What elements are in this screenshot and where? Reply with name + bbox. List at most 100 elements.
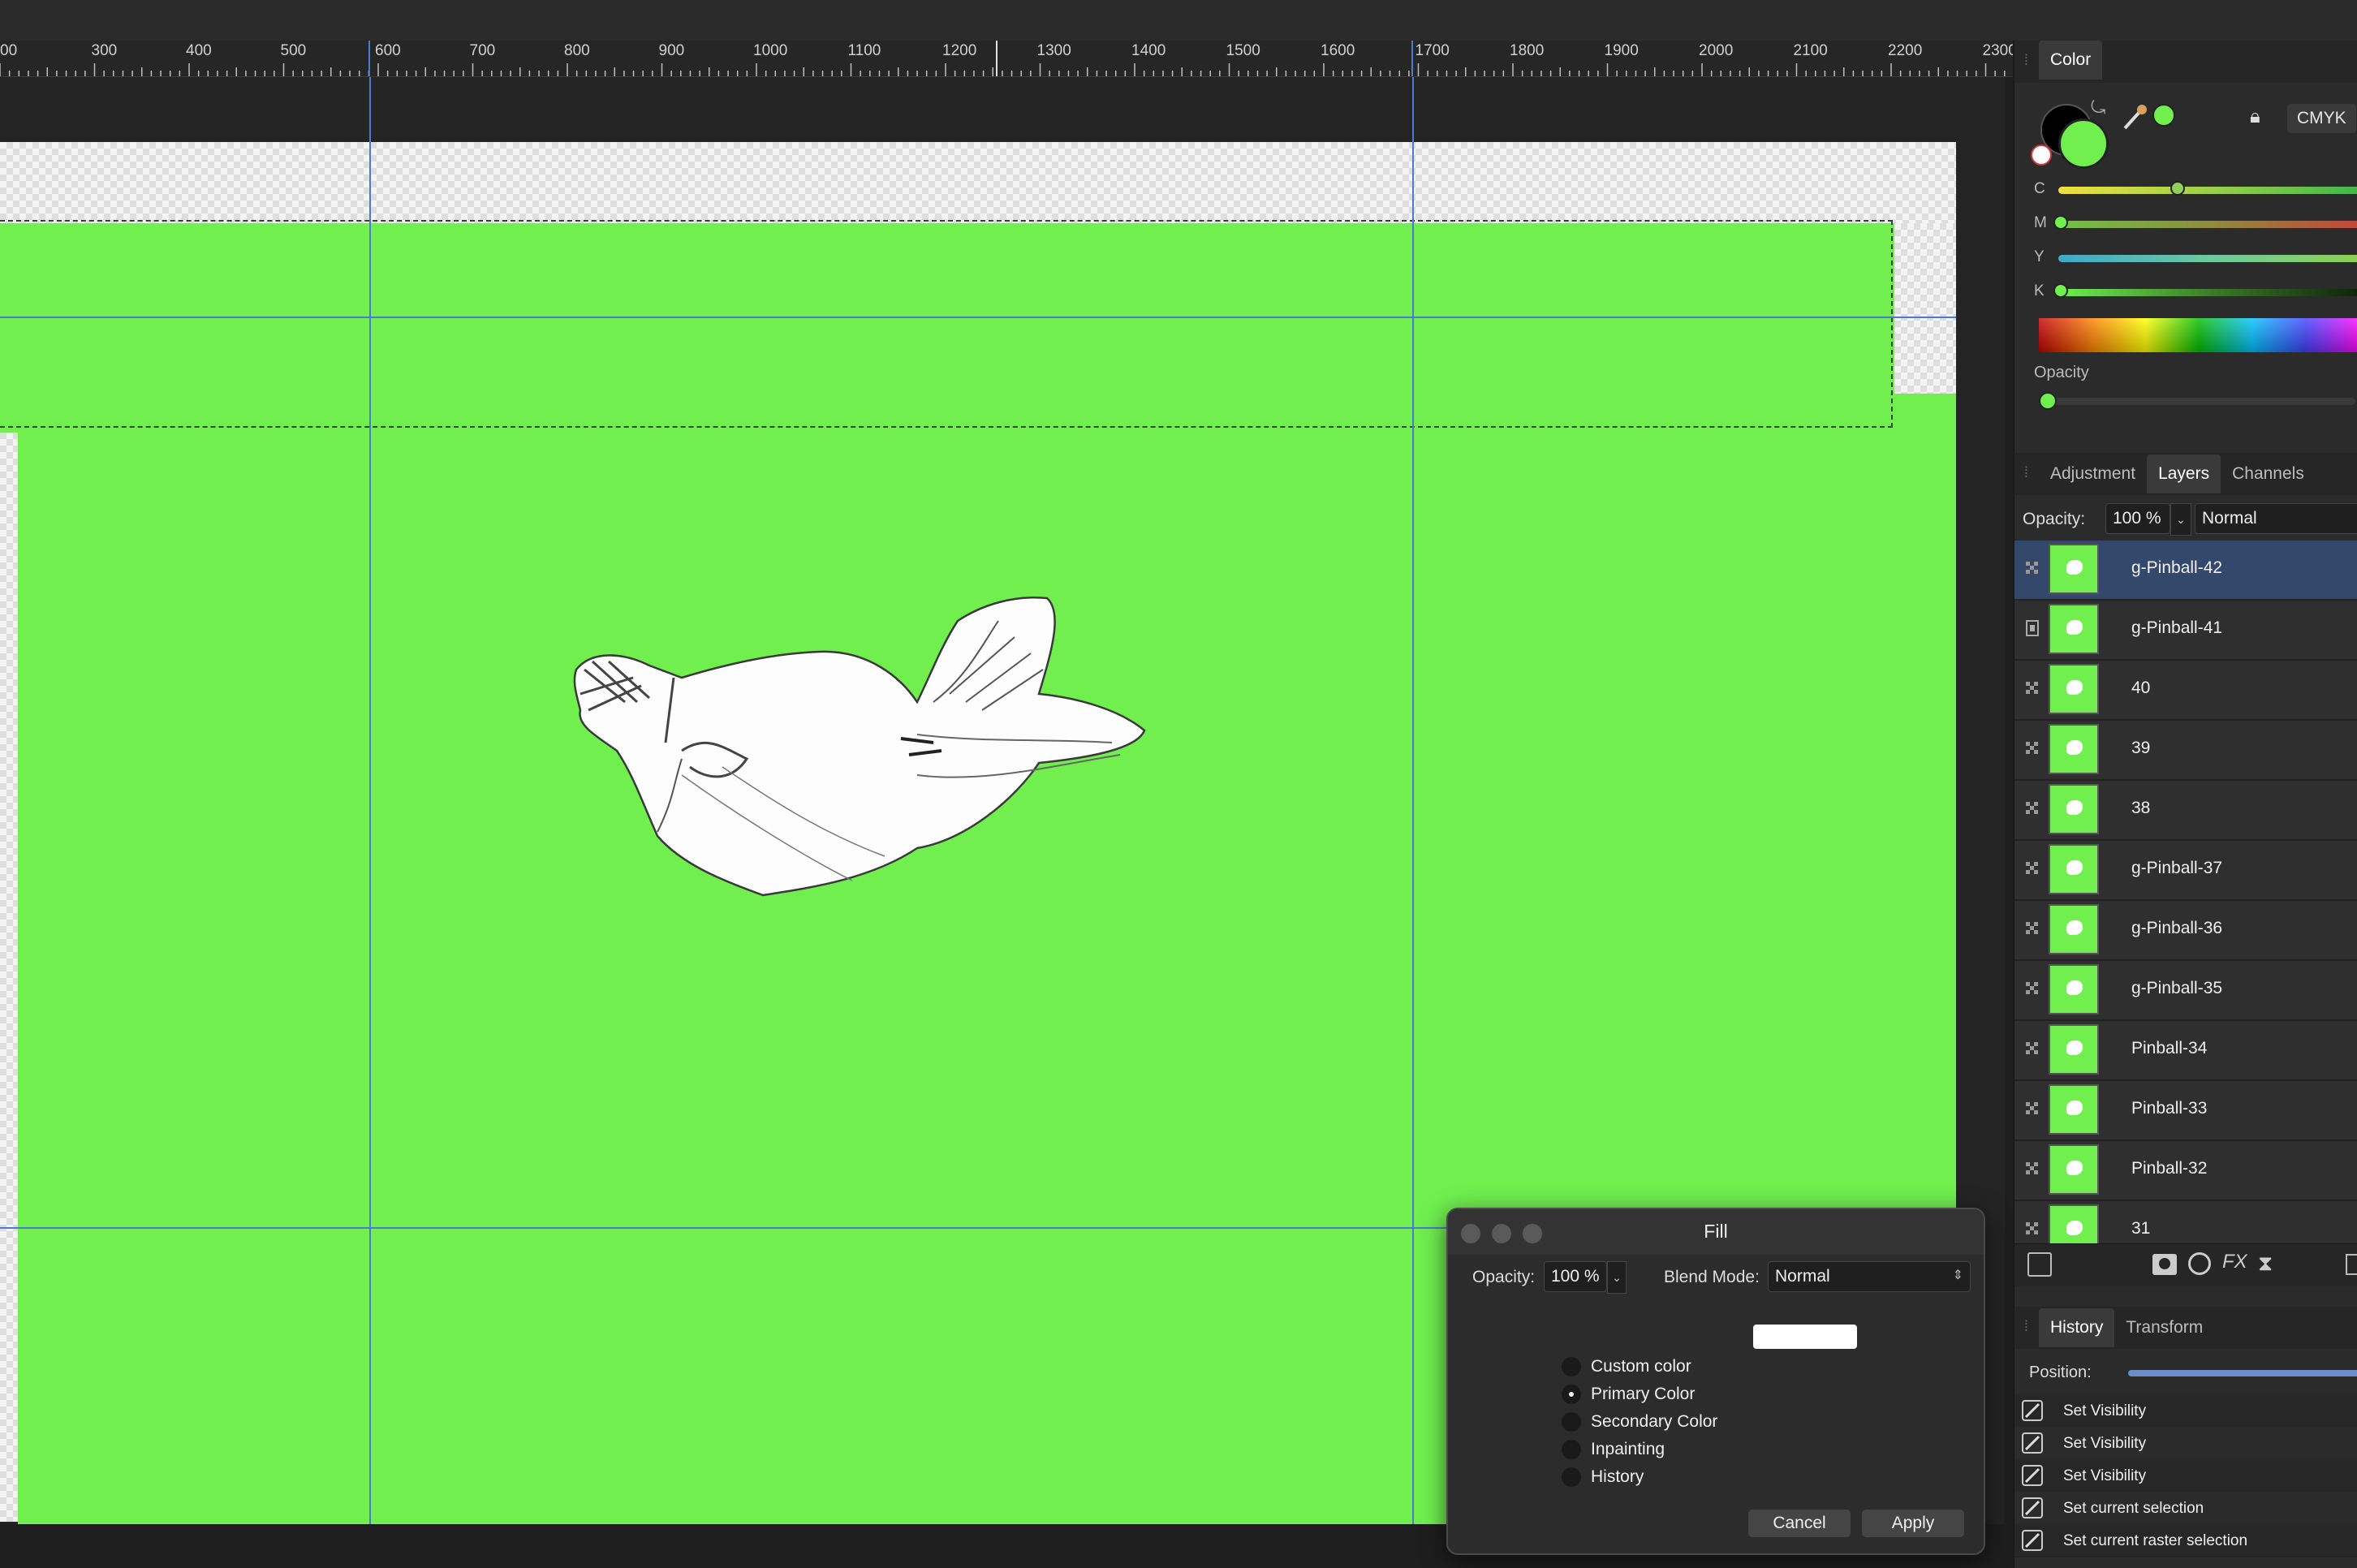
apply-button[interactable]: Apply [1862, 1510, 1964, 1537]
color-picker-icon[interactable] [2120, 102, 2149, 131]
layer-row[interactable]: 39 [2014, 721, 2357, 781]
layer-row[interactable]: g-Pinball-35 [2014, 961, 2357, 1021]
fill-opacity-field[interactable]: 100 % [1544, 1261, 1607, 1292]
channel-track[interactable] [2058, 187, 2357, 194]
fx-icon[interactable]: FX [2222, 1251, 2247, 1273]
panel-grip-icon[interactable]: ⁞ [2024, 464, 2032, 481]
layer-row[interactable]: g-Pinball-41 [2014, 601, 2357, 661]
layer-row[interactable]: 40 [2014, 661, 2357, 721]
layer-opacity-field[interactable]: 100 % [2105, 503, 2170, 534]
channel-track[interactable] [2058, 289, 2357, 296]
layer-blend-mode-select[interactable]: Normal [2195, 503, 2357, 534]
slider-c[interactable]: C [2034, 177, 2357, 203]
layer-name: g-Pinball-41 [2131, 618, 2223, 637]
history-position-slider[interactable] [2128, 1370, 2357, 1376]
layer-transparency-icon[interactable] [2024, 1040, 2040, 1057]
layer-transparency-icon[interactable] [2024, 680, 2040, 696]
layer-thumbnail [2049, 844, 2099, 894]
lock-icon[interactable]: 🔒︎ [2250, 106, 2260, 128]
channel-knob[interactable] [2053, 283, 2068, 298]
guide-vertical-2[interactable] [1412, 77, 1414, 1524]
tab-history[interactable]: History [2039, 1308, 2115, 1347]
history-item[interactable]: Set Visibility [2014, 1394, 2357, 1428]
layer-transparency-icon[interactable] [2024, 860, 2040, 877]
layer-row[interactable]: g-Pinball-42 [2014, 541, 2357, 601]
slider-k[interactable]: K [2034, 279, 2357, 305]
no-color-icon[interactable] [2031, 144, 2052, 166]
slider-m[interactable]: M [2034, 211, 2357, 237]
ruler-label: 700 [469, 42, 496, 59]
layer-row[interactable]: g-Pinball-36 [2014, 901, 2357, 961]
fill-option-history[interactable]: History [1562, 1464, 1740, 1490]
tab-transform[interactable]: Transform [2114, 1308, 2214, 1347]
channel-knob[interactable] [2053, 215, 2068, 230]
history-item[interactable]: Set Visibility [2014, 1459, 2357, 1493]
ruler-label: 1100 [847, 42, 881, 59]
layer-row[interactable]: Pinball-34 [2014, 1021, 2357, 1081]
fill-option-custom-color[interactable]: Custom color [1562, 1354, 1740, 1380]
radio-label: Primary Color [1591, 1385, 1696, 1403]
history-item[interactable]: Set current selection [2014, 1492, 2357, 1525]
layer-transparency-icon[interactable] [2024, 980, 2040, 997]
picked-color-swatch[interactable] [2152, 104, 2175, 127]
add-layer-icon[interactable] [2346, 1254, 2357, 1275]
horizontal-ruler[interactable]: 00 300 400 500 600 700 800 900 1000 1100 1200 1300 1… [0, 41, 2013, 77]
layer-lock-icon[interactable] [2024, 620, 2040, 636]
layer-name: Pinball-32 [2131, 1159, 2208, 1178]
guide-horizontal-1[interactable] [0, 317, 1956, 318]
tab-layers[interactable]: Layers [2147, 454, 2221, 493]
layer-transparency-icon[interactable] [2024, 920, 2040, 937]
channel-label: Y [2034, 248, 2045, 265]
swap-colors-icon[interactable]: ⤿ [2091, 97, 2105, 118]
fill-option-inpainting[interactable]: Inpainting [1562, 1437, 1740, 1462]
marquee-selection[interactable] [0, 220, 1893, 428]
custom-color-swatch[interactable] [1753, 1325, 1857, 1349]
color-panel-header: ⁞ Color [2014, 41, 2357, 83]
fill-dialog: Fill Opacity: 100 % ⌄ Blend Mode: Normal… [1446, 1208, 1985, 1555]
layer-transparency-icon[interactable] [2024, 1221, 2040, 1237]
radio-button[interactable] [1562, 1440, 1581, 1459]
layer-row[interactable]: 38 [2014, 781, 2357, 841]
layer-row[interactable]: g-Pinball-37 [2014, 841, 2357, 901]
fill-option-primary-color[interactable]: Primary Color [1562, 1381, 1740, 1407]
channel-track[interactable] [2058, 255, 2357, 262]
mask-icon[interactable] [2152, 1254, 2177, 1275]
chevron-down-icon[interactable]: ⌄ [1607, 1261, 1627, 1294]
layer-transparency-icon[interactable] [2024, 1101, 2040, 1117]
color-spectrum[interactable] [2039, 318, 2357, 352]
slider-y[interactable]: Y [2034, 245, 2357, 271]
history-item[interactable]: Set Visibility [2014, 1427, 2357, 1460]
tab-channels[interactable]: Channels [2221, 454, 2316, 493]
layer-transparency-icon[interactable] [2024, 800, 2040, 816]
layer-options-icon[interactable] [2027, 1252, 2052, 1277]
live-filter-icon[interactable]: ⧗ [2258, 1251, 2273, 1277]
layer-transparency-icon[interactable] [2024, 560, 2040, 576]
tab-adjustment[interactable]: Adjustment [2039, 454, 2147, 493]
panel-grip-icon[interactable]: ⁞ [2024, 52, 2032, 69]
opacity-slider-knob[interactable] [2039, 392, 2057, 410]
color-mode-button[interactable]: CMYK [2287, 104, 2356, 133]
cancel-button[interactable]: Cancel [1748, 1510, 1851, 1537]
fill-dialog-titlebar[interactable]: Fill [1448, 1209, 1984, 1255]
history-item[interactable]: Set current raster selection [2014, 1524, 2357, 1557]
fill-option-secondary-color[interactable]: Secondary Color [1562, 1409, 1740, 1435]
primary-color-well[interactable] [2058, 118, 2109, 169]
fill-blend-mode-select[interactable]: Normal ⇕ [1768, 1261, 1971, 1292]
radio-button[interactable] [1562, 1412, 1581, 1432]
guide-vertical-1[interactable] [369, 77, 371, 1524]
layer-transparency-icon[interactable] [2024, 740, 2040, 756]
radio-button[interactable] [1562, 1467, 1581, 1487]
opacity-slider-track[interactable] [2039, 392, 2355, 410]
pinball-sketch-drawing[interactable] [560, 588, 1177, 994]
tab-color[interactable]: Color [2039, 41, 2103, 80]
channel-track[interactable] [2058, 221, 2357, 228]
panel-grip-icon[interactable]: ⁞ [2024, 1318, 2032, 1335]
radio-button[interactable] [1562, 1385, 1581, 1404]
layer-row[interactable]: Pinball-32 [2014, 1141, 2357, 1201]
radio-button[interactable] [1562, 1357, 1581, 1376]
adjustment-icon[interactable] [2188, 1252, 2211, 1275]
chevron-down-icon[interactable]: ⌄ [2170, 503, 2191, 536]
layer-row[interactable]: Pinball-33 [2014, 1081, 2357, 1141]
layer-transparency-icon[interactable] [2024, 1161, 2040, 1177]
layers-toolbar: FX ⧗ [2014, 1243, 2357, 1286]
